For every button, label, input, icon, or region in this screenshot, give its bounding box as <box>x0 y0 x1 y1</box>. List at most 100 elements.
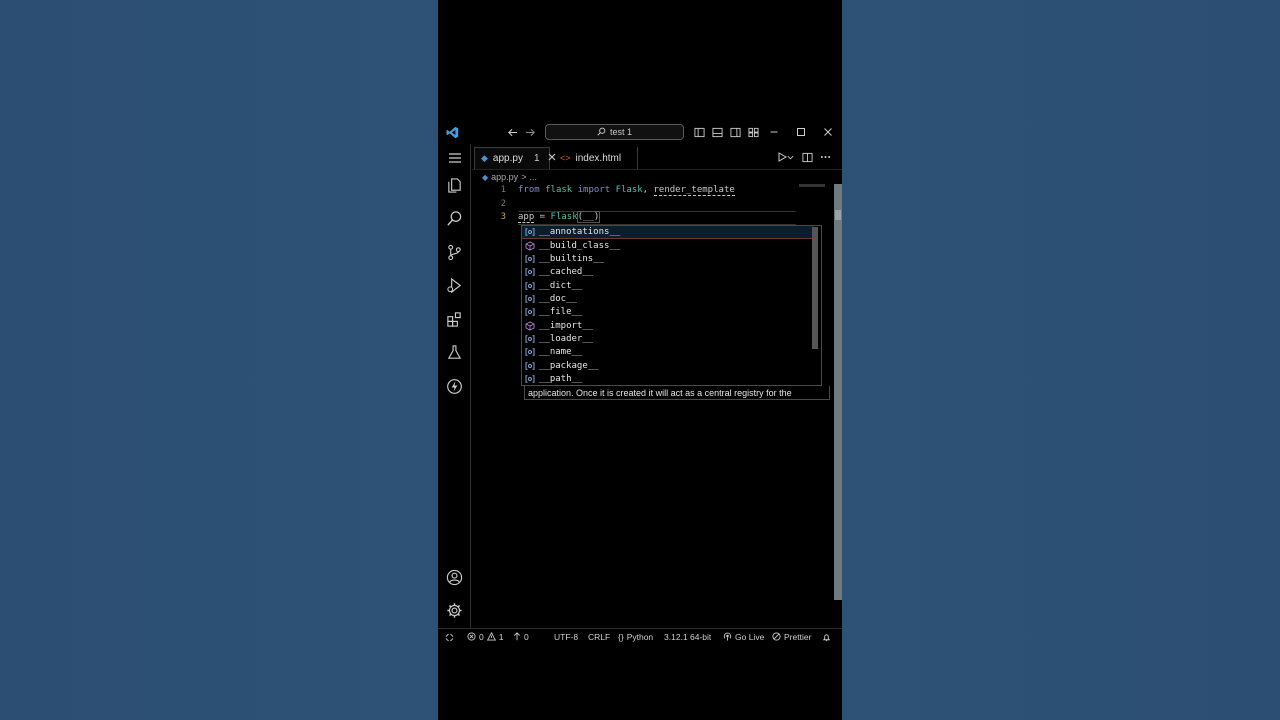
maximize-icon[interactable] <box>793 124 809 140</box>
variable-app: app <box>518 212 535 223</box>
chevron-down-icon[interactable] <box>785 149 795 165</box>
suggestion-item[interactable]: __build_class__ <box>522 239 814 252</box>
run-debug-icon[interactable] <box>445 276 464 295</box>
info-count: 0 <box>524 632 529 642</box>
import-render-template: render_template <box>653 185 735 196</box>
testing-flask-icon[interactable] <box>445 343 464 362</box>
suggestions-scrollbar[interactable] <box>812 227 818 349</box>
tab-label: app.py <box>492 153 523 164</box>
suggestion-label: __build_class__ <box>539 240 621 251</box>
split-editor-icon[interactable] <box>799 149 815 165</box>
go-live-status[interactable]: Go Live <box>723 631 764 643</box>
variable-icon <box>525 334 535 343</box>
breadcrumb: ◆ app.py > ... <box>482 170 537 184</box>
documentation-text: application. Once it is created it will … <box>528 387 792 398</box>
toggle-secondary-sidebar-icon[interactable] <box>727 124 743 140</box>
more-actions-icon[interactable] <box>817 149 833 165</box>
module-name: flask <box>545 185 573 195</box>
workspace-title: test 1 <box>609 127 632 137</box>
import-flask: Flask <box>615 185 643 195</box>
suggestion-label: __dict__ <box>539 280 583 291</box>
code-line-3: app = Flask(__) <box>518 211 601 223</box>
line-number-active: 3 <box>500 212 506 222</box>
prettier-label: Prettier <box>784 632 812 642</box>
lightning-extension-icon[interactable] <box>445 377 464 396</box>
suggestion-item[interactable]: __cached__ <box>522 266 814 279</box>
ports-indicator[interactable]: 0 <box>513 631 529 643</box>
tab-label: index.html <box>575 152 622 164</box>
suggestion-label: __path__ <box>539 373 583 384</box>
suggestion-item[interactable]: __doc__ <box>522 293 814 306</box>
explorer-icon[interactable] <box>445 176 464 195</box>
python-file-icon: ◆ <box>481 153 488 163</box>
command-center-search[interactable]: test 1 <box>545 124 684 140</box>
notifications-bell-icon[interactable] <box>822 631 831 643</box>
suggestion-item[interactable]: __annotations__ <box>522 226 814 239</box>
search-sidebar-icon[interactable] <box>445 209 464 228</box>
assign-operator: = <box>534 212 551 222</box>
suggestion-item[interactable]: __package__ <box>522 359 814 372</box>
suggestion-item[interactable]: __builtins__ <box>522 253 814 266</box>
suggestion-label: __name__ <box>539 347 583 358</box>
suggestion-label: __package__ <box>539 360 599 371</box>
settings-gear-icon[interactable] <box>445 601 464 620</box>
language-status[interactable]: {} Python <box>618 631 653 643</box>
keyword-from: from <box>518 185 540 195</box>
line-number: 2 <box>500 199 506 209</box>
remote-icon[interactable] <box>445 631 454 643</box>
python-file-icon: ◆ <box>482 172 489 182</box>
minimize-icon[interactable] <box>766 124 782 140</box>
activity-bar <box>438 144 471 628</box>
scrollbar-thumb[interactable] <box>835 210 841 220</box>
warning-icon <box>486 631 496 643</box>
variable-icon <box>525 281 535 290</box>
eol-status[interactable]: CRLF <box>588 631 610 643</box>
breadcrumb-rest[interactable]: ... <box>529 172 537 182</box>
customize-layout-icon[interactable] <box>745 124 761 140</box>
breadcrumb-file[interactable]: app.py <box>491 172 518 182</box>
autocomplete-suggestions: __annotations__ __build_class__ __builtins… <box>521 225 822 386</box>
broadcast-icon <box>723 632 732 643</box>
module-icon <box>525 241 535 251</box>
search-icon <box>597 127 606 138</box>
forward-arrow-icon[interactable] <box>522 124 538 140</box>
call-arguments: (__) <box>576 211 601 223</box>
info-icon <box>513 631 521 643</box>
title-bar: test 1 <box>438 120 842 144</box>
suggestion-label: __cached__ <box>539 267 594 278</box>
suggestion-item[interactable]: __file__ <box>522 306 814 319</box>
suggestion-item[interactable]: __loader__ <box>522 332 814 345</box>
suggestion-label: __loader__ <box>539 333 594 344</box>
suggestion-label: __file__ <box>539 307 583 318</box>
tab-index-html[interactable]: <> index.html <box>554 147 638 169</box>
toggle-panel-icon[interactable] <box>709 124 725 140</box>
close-window-icon[interactable] <box>820 124 836 140</box>
suggestion-label: __annotations__ <box>539 227 621 237</box>
encoding-status[interactable]: UTF-8 <box>554 631 578 643</box>
source-control-icon[interactable] <box>445 243 464 262</box>
suggestion-item[interactable]: __import__ <box>522 319 814 332</box>
extensions-icon[interactable] <box>445 310 464 329</box>
suggestion-label: __builtins__ <box>539 254 605 265</box>
suggestion-item[interactable]: __name__ <box>522 346 814 359</box>
suggestion-item[interactable]: __path__ <box>522 372 814 385</box>
accounts-icon[interactable] <box>445 568 464 587</box>
tab-app-py[interactable]: ◆ app.py 1 <box>474 147 555 169</box>
problems-indicator[interactable]: 0 1 <box>467 631 503 643</box>
warning-count: 1 <box>498 632 504 642</box>
toggle-primary-sidebar-icon[interactable] <box>691 124 707 140</box>
editor-scrollbar[interactable] <box>834 184 842 600</box>
error-count: 0 <box>479 632 484 642</box>
interpreter-status[interactable]: 3.12.1 64-bit <box>664 631 711 643</box>
go-live-label: Go Live <box>735 632 765 642</box>
suggestion-label: __doc__ <box>539 294 577 304</box>
suggestion-item[interactable]: __dict__ <box>522 279 814 292</box>
variable-icon <box>525 268 535 277</box>
keyword-import: import <box>577 185 611 195</box>
vscode-logo-icon <box>444 124 460 140</box>
back-arrow-icon[interactable] <box>504 124 520 140</box>
prettier-status[interactable]: Prettier <box>772 631 811 643</box>
menu-hamburger-icon[interactable] <box>445 148 464 167</box>
problem-count-badge: 1 <box>533 153 540 164</box>
suggestion-label: __import__ <box>539 320 594 331</box>
